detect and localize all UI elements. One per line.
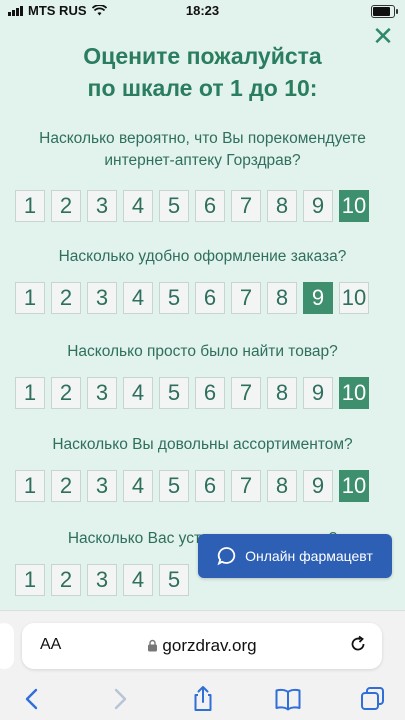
rating-option[interactable]: 10 — [339, 470, 369, 502]
question-1: Насколько вероятно, что Вы порекомендует… — [10, 128, 395, 172]
rating-option[interactable]: 6 — [195, 377, 225, 409]
rating-option[interactable]: 5 — [159, 470, 189, 502]
rating-option[interactable]: 9 — [303, 282, 333, 314]
tabs-icon[interactable] — [358, 684, 388, 714]
url-text: gorzdrav.org — [162, 636, 257, 655]
rating-option[interactable]: 9 — [303, 190, 333, 222]
rating-option[interactable]: 8 — [267, 190, 297, 222]
status-time: 18:23 — [185, 3, 220, 18]
browser-url-area: AA gorzdrav.org — [0, 610, 405, 681]
rating-option[interactable]: 5 — [159, 377, 189, 409]
rating-option[interactable]: 5 — [159, 282, 189, 314]
rating-option[interactable]: 4 — [123, 282, 153, 314]
rating-option[interactable]: 4 — [123, 377, 153, 409]
forward-icon[interactable] — [104, 684, 134, 714]
question-1-line-1: Насколько вероятно, что Вы порекомендует… — [39, 130, 366, 147]
rating-scale-4: 1 2 3 4 5 6 7 8 9 10 — [15, 470, 369, 502]
rating-option[interactable]: 8 — [267, 377, 297, 409]
previous-tab-edge[interactable] — [0, 623, 14, 669]
question-2: Насколько удобно оформление заказа? — [10, 246, 395, 268]
rating-option[interactable]: 1 — [15, 377, 45, 409]
rating-option[interactable]: 4 — [123, 470, 153, 502]
browser-toolbar — [0, 680, 405, 720]
rating-option[interactable]: 6 — [195, 282, 225, 314]
rating-option[interactable]: 8 — [267, 470, 297, 502]
rating-option[interactable]: 1 — [15, 564, 45, 596]
rating-scale-1: 1 2 3 4 5 6 7 8 9 10 — [15, 190, 369, 222]
rating-option[interactable]: 2 — [51, 282, 81, 314]
url-display[interactable]: gorzdrav.org — [22, 636, 382, 656]
question-4: Насколько Вы довольны ассортиментом? — [10, 434, 395, 456]
chat-bubble-icon — [217, 547, 236, 566]
battery-icon — [371, 5, 398, 18]
rating-option[interactable]: 10 — [339, 282, 369, 314]
title-line-1: Оцените пожалуйста — [83, 43, 322, 69]
rating-option[interactable]: 2 — [51, 190, 81, 222]
question-1-line-2: интернет-аптеку Горздрав? — [104, 152, 301, 169]
rating-option[interactable]: 6 — [195, 470, 225, 502]
rating-option[interactable]: 2 — [51, 377, 81, 409]
status-bar: MTS RUS 18:23 — [0, 0, 405, 22]
rating-option[interactable]: 3 — [87, 190, 117, 222]
survey-title: Оцените пожалуйста по шкале от 1 до 10: — [0, 40, 405, 104]
online-pharmacist-button[interactable]: Онлайн фармацевт — [198, 534, 392, 578]
question-2-line-1: Насколько удобно оформление заказа? — [58, 248, 347, 265]
rating-option[interactable]: 4 — [123, 564, 153, 596]
rating-option[interactable]: 7 — [231, 470, 261, 502]
rating-option[interactable]: 3 — [87, 564, 117, 596]
rating-option[interactable]: 2 — [51, 564, 81, 596]
rating-option[interactable]: 3 — [87, 377, 117, 409]
rating-option[interactable]: 4 — [123, 190, 153, 222]
rating-scale-2: 1 2 3 4 5 6 7 8 9 10 — [15, 282, 369, 314]
rating-option[interactable]: 1 — [15, 470, 45, 502]
rating-option[interactable]: 7 — [231, 377, 261, 409]
title-line-2: по шкале от 1 до 10: — [87, 75, 318, 101]
question-3: Насколько просто было найти товар? — [10, 341, 395, 363]
lock-icon — [148, 639, 158, 652]
survey-panel: ✕ Оцените пожалуйста по шкале от 1 до 10… — [0, 22, 405, 610]
online-pharmacist-label: Онлайн фармацевт — [245, 548, 373, 564]
back-icon[interactable] — [18, 684, 48, 714]
rating-scale-3: 1 2 3 4 5 6 7 8 9 10 — [15, 377, 369, 409]
rating-option[interactable]: 6 — [195, 190, 225, 222]
rating-option[interactable]: 3 — [87, 470, 117, 502]
rating-option[interactable]: 1 — [15, 282, 45, 314]
question-3-line-1: Насколько просто было найти товар? — [67, 343, 338, 360]
rating-scale-5: 12345 — [15, 564, 189, 596]
rating-option[interactable]: 9 — [303, 470, 333, 502]
address-bar[interactable]: AA gorzdrav.org — [22, 623, 382, 669]
rating-option[interactable]: 7 — [231, 282, 261, 314]
rating-option[interactable]: 1 — [15, 190, 45, 222]
rating-option[interactable]: 3 — [87, 282, 117, 314]
question-4-line-1: Насколько Вы довольны ассортиментом? — [52, 436, 353, 453]
rating-option[interactable]: 10 — [339, 377, 369, 409]
rating-option[interactable]: 5 — [159, 190, 189, 222]
share-icon[interactable] — [188, 684, 218, 714]
bookmarks-icon[interactable] — [273, 684, 303, 714]
rating-option[interactable]: 8 — [267, 282, 297, 314]
rating-option[interactable]: 2 — [51, 470, 81, 502]
reload-icon[interactable] — [348, 634, 368, 654]
rating-option[interactable]: 7 — [231, 190, 261, 222]
rating-option[interactable]: 10 — [339, 190, 369, 222]
rating-option[interactable]: 5 — [159, 564, 189, 596]
rating-option[interactable]: 9 — [303, 377, 333, 409]
